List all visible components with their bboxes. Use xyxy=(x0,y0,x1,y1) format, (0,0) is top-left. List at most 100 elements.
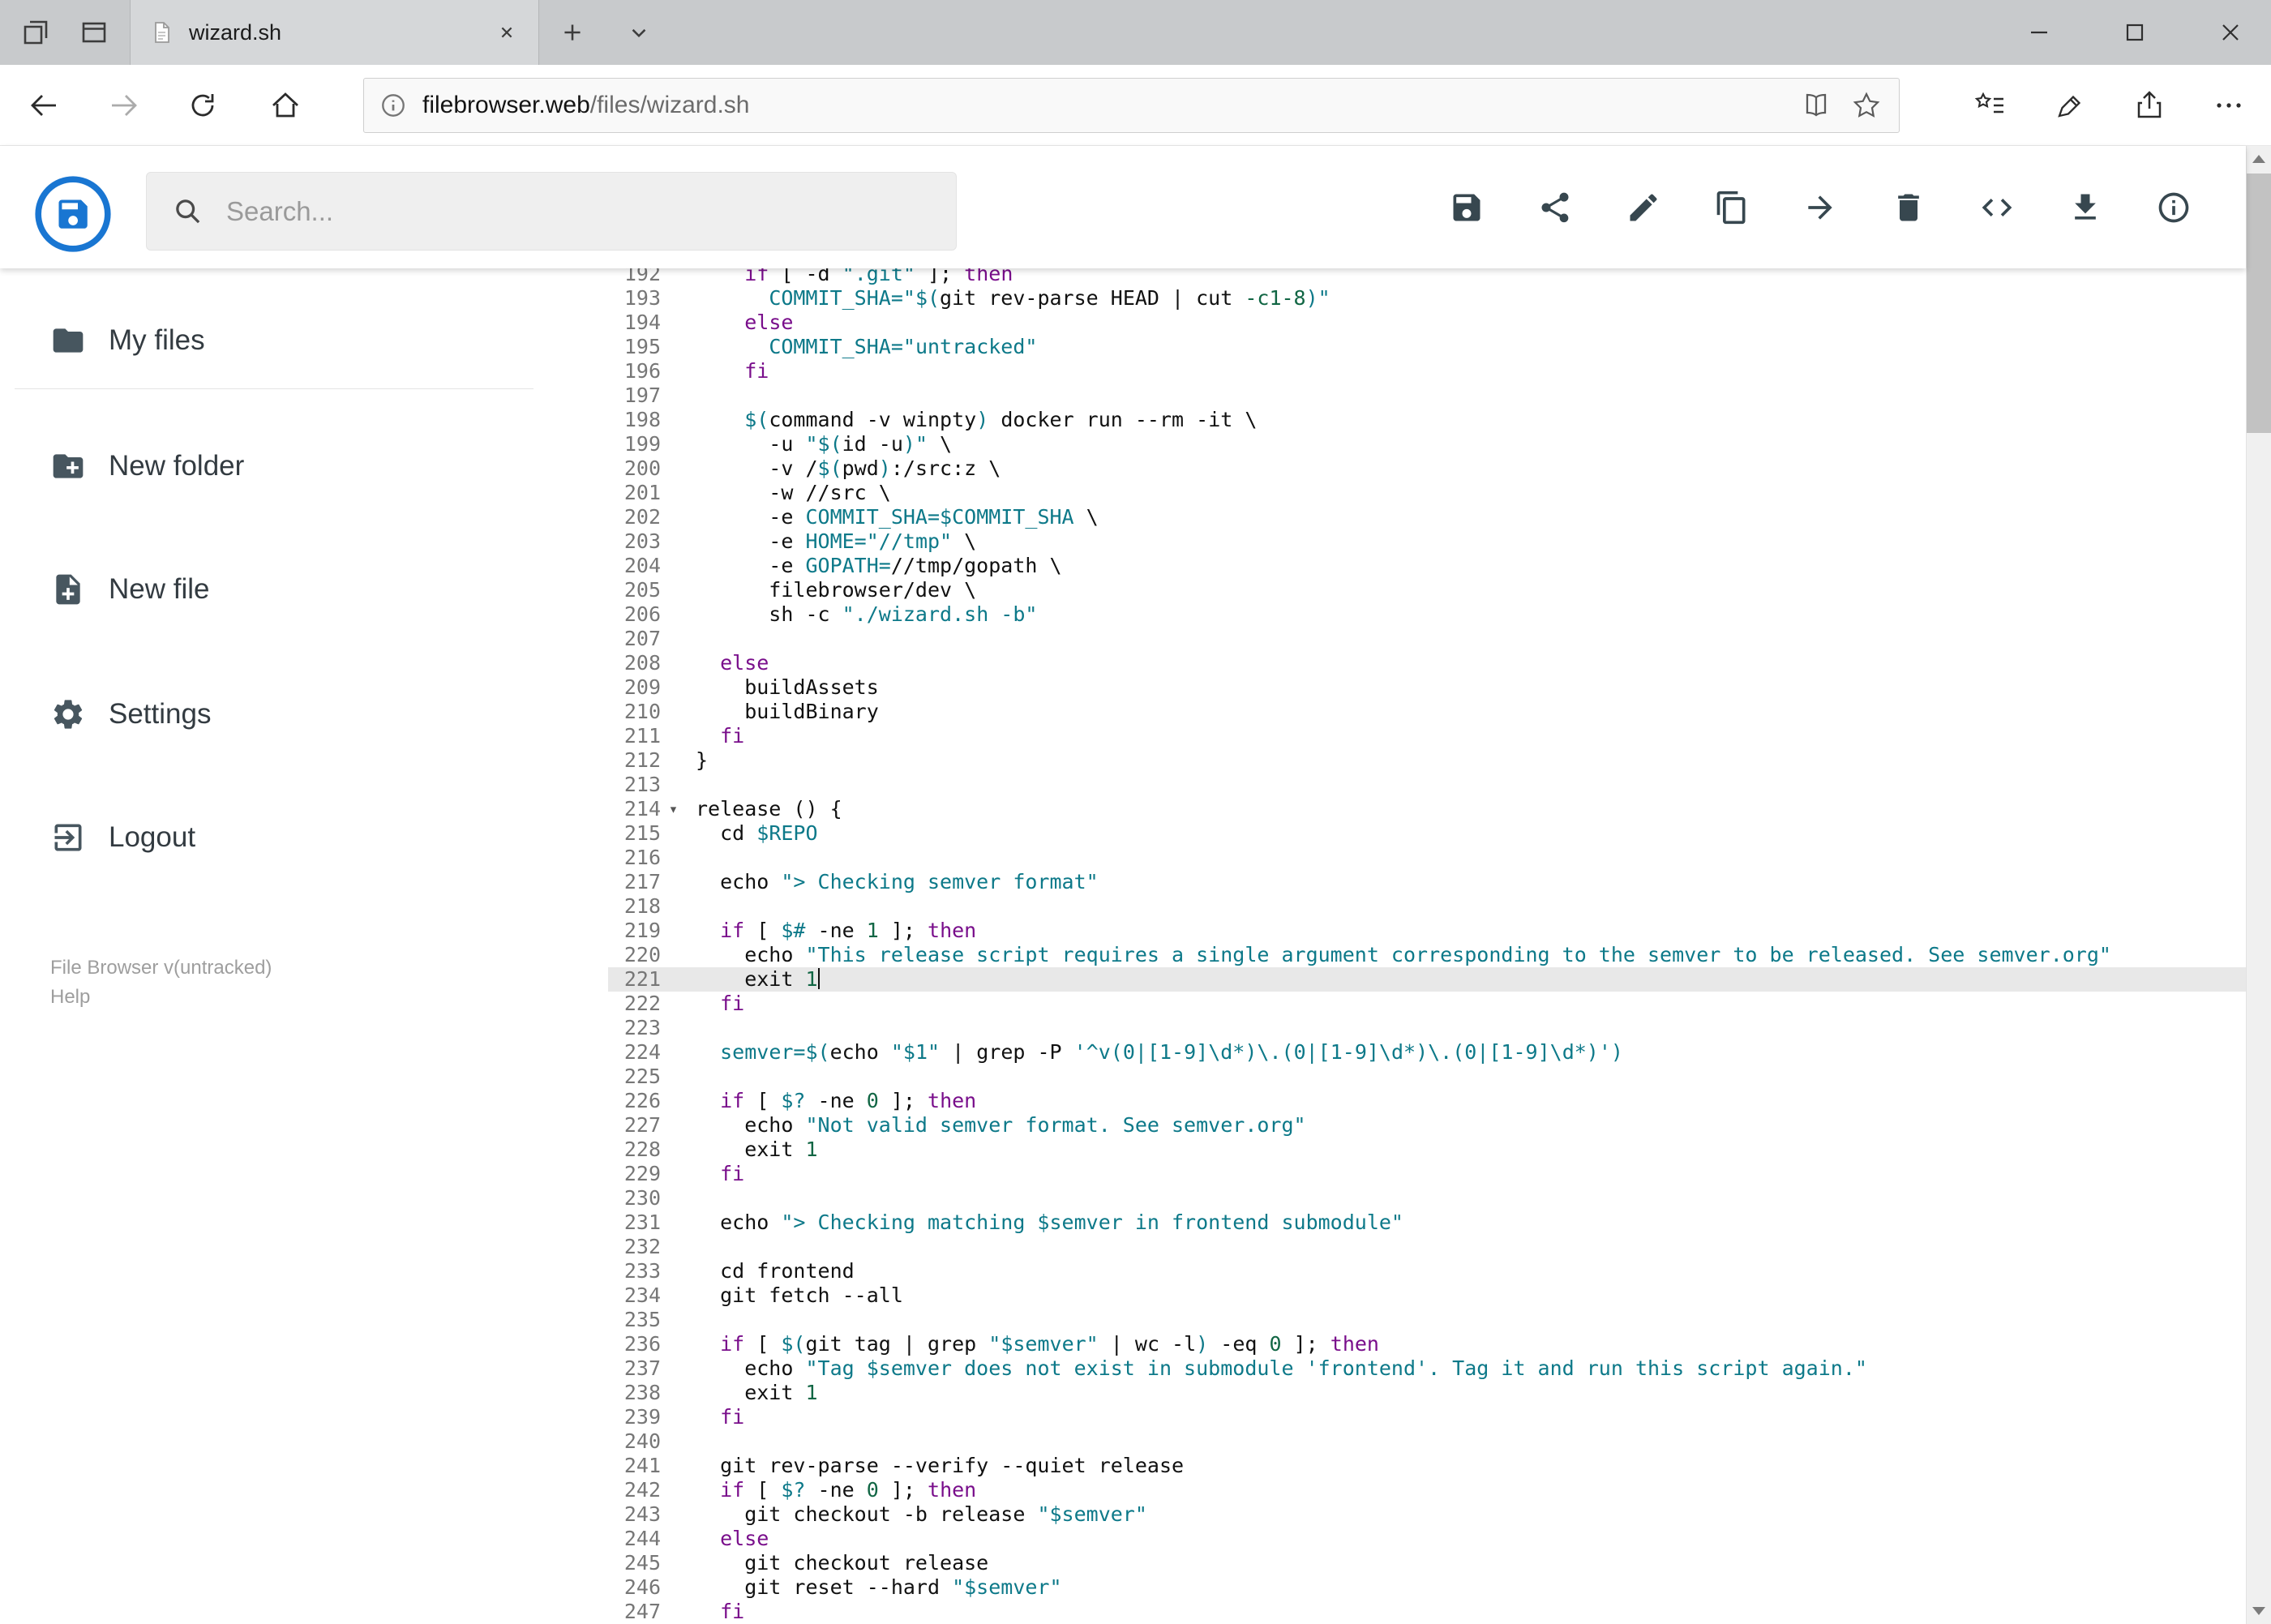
move-button[interactable] xyxy=(1802,189,1839,226)
code-line[interactable]: 213 xyxy=(608,773,2246,797)
code-line[interactable]: 206 sh -c "./wizard.sh -b" xyxy=(608,602,2246,627)
code-line[interactable]: 230 xyxy=(608,1186,2246,1211)
code-line[interactable]: 203 -e HOME="//tmp" \ xyxy=(608,529,2246,554)
code-line[interactable]: 236 if [ $(git tag | grep "$semver" | wc… xyxy=(608,1332,2246,1356)
code-line[interactable]: 242 if [ $? -ne 0 ]; then xyxy=(608,1478,2246,1502)
code-line[interactable]: 219 if [ $# -ne 1 ]; then xyxy=(608,919,2246,943)
code-line[interactable]: 208 else xyxy=(608,651,2246,675)
site-info-icon[interactable] xyxy=(379,91,408,120)
code-line[interactable]: 239 fi xyxy=(608,1405,2246,1429)
code-line[interactable]: 207 xyxy=(608,627,2246,651)
reading-view-icon[interactable] xyxy=(1798,88,1834,123)
tab-preview-icon[interactable] xyxy=(76,15,112,50)
browser-tab[interactable]: wizard.sh xyxy=(130,0,539,65)
search-box[interactable] xyxy=(146,172,957,251)
code-line[interactable]: 227 echo "Not valid semver format. See s… xyxy=(608,1113,2246,1138)
code-line[interactable]: 226 if [ $? -ne 0 ]; then xyxy=(608,1089,2246,1113)
code-line[interactable]: 201 -w //src \ xyxy=(608,481,2246,505)
code-line[interactable]: 210 buildBinary xyxy=(608,700,2246,724)
code-line[interactable]: 220 echo "This release script requires a… xyxy=(608,943,2246,967)
code-line[interactable]: 200 -v /$(pwd):/src:z \ xyxy=(608,456,2246,481)
code-line[interactable]: 240 xyxy=(608,1429,2246,1454)
minimize-icon[interactable] xyxy=(2021,15,2057,50)
code-line[interactable]: 197 xyxy=(608,384,2246,408)
code-line[interactable]: 198 $(command -v winpty) docker run --rm… xyxy=(608,408,2246,432)
code-line[interactable]: 218 xyxy=(608,894,2246,919)
hub-icon[interactable] xyxy=(1973,88,2008,123)
sidebar-item-settings[interactable]: Settings xyxy=(50,678,211,751)
code-line[interactable]: 211 fi xyxy=(608,724,2246,748)
code-line[interactable]: 233 cd frontend xyxy=(608,1259,2246,1283)
code-line[interactable]: 204 -e GOPATH=//tmp/gopath \ xyxy=(608,554,2246,578)
code-line[interactable]: 247 fi xyxy=(608,1600,2246,1624)
favorite-star-icon[interactable] xyxy=(1849,88,1884,123)
share-icon[interactable] xyxy=(2132,88,2167,123)
code-line[interactable]: 216 xyxy=(608,846,2246,870)
web-note-pen-icon[interactable] xyxy=(2052,88,2088,123)
code-line[interactable]: 229 fi xyxy=(608,1162,2246,1186)
delete-button[interactable] xyxy=(1890,189,1927,226)
scroll-up-icon[interactable] xyxy=(2247,146,2271,172)
sidebar-item-new-file[interactable]: New file xyxy=(50,553,209,626)
scrollbar-thumb[interactable] xyxy=(2247,174,2271,433)
code-line[interactable]: 224 semver=$(echo "$1" | grep -P '^v(0|[… xyxy=(608,1040,2246,1065)
refresh-icon[interactable] xyxy=(185,88,221,123)
code-line[interactable]: 238 exit 1 xyxy=(608,1381,2246,1405)
sidebar-item-my-files[interactable]: My files xyxy=(50,304,205,377)
share-button[interactable] xyxy=(1536,189,1574,226)
code-button[interactable] xyxy=(1978,189,2016,226)
home-icon[interactable] xyxy=(268,88,303,123)
code-line[interactable]: 232 xyxy=(608,1235,2246,1259)
code-line[interactable]: 205 filebrowser/dev \ xyxy=(608,578,2246,602)
url-field[interactable]: filebrowser.web/files/wizard.sh xyxy=(363,78,1900,133)
fold-marker-icon[interactable]: ▾ xyxy=(661,797,686,821)
code-line[interactable]: 193 COMMIT_SHA="$(git rev-parse HEAD | c… xyxy=(608,286,2246,311)
forward-icon[interactable] xyxy=(105,88,141,123)
code-line[interactable]: 194 else xyxy=(608,311,2246,335)
back-icon[interactable] xyxy=(27,88,62,123)
code-line[interactable]: 209 buildAssets xyxy=(608,675,2246,700)
info-button[interactable] xyxy=(2155,189,2192,226)
code-line[interactable]: 199 -u "$(id -u)" \ xyxy=(608,432,2246,456)
code-line[interactable]: 244 else xyxy=(608,1527,2246,1551)
code-line[interactable]: 231 echo "> Checking matching $semver in… xyxy=(608,1211,2246,1235)
code-line[interactable]: 195 COMMIT_SHA="untracked" xyxy=(608,335,2246,359)
code-editor[interactable]: 192 if [ -d ".git" ]; then 193 COMMIT_SHA… xyxy=(608,268,2246,1624)
code-line[interactable]: 246 git reset --hard "$semver" xyxy=(608,1575,2246,1600)
code-line[interactable]: 221 exit 1 xyxy=(608,967,2246,992)
code-line[interactable]: 196 fi xyxy=(608,359,2246,384)
code-line[interactable]: 243 git checkout -b release "$semver" xyxy=(608,1502,2246,1527)
sidebar-item-new-folder[interactable]: New folder xyxy=(50,430,244,503)
code-line[interactable]: 237 echo "Tag $semver does not exist in … xyxy=(608,1356,2246,1381)
new-tab-icon[interactable] xyxy=(555,15,590,50)
code-line[interactable]: 234 git fetch --all xyxy=(608,1283,2246,1308)
filebrowser-logo-icon[interactable] xyxy=(34,175,112,253)
code-line[interactable]: 235 xyxy=(608,1308,2246,1332)
save-button[interactable] xyxy=(1448,189,1485,226)
sidebar-item-logout[interactable]: Logout xyxy=(50,801,195,874)
help-link[interactable]: Help xyxy=(50,983,272,1012)
tab-previews-chevron-icon[interactable] xyxy=(621,15,657,50)
code-line[interactable]: 225 xyxy=(608,1065,2246,1089)
search-input[interactable] xyxy=(226,195,875,227)
scroll-down-icon[interactable] xyxy=(2247,1598,2271,1624)
copy-button[interactable] xyxy=(1713,189,1750,226)
code-line[interactable]: 202 -e COMMIT_SHA=$COMMIT_SHA \ xyxy=(608,505,2246,529)
code-line[interactable]: 212} xyxy=(608,748,2246,773)
tabs-set-aside-icon[interactable] xyxy=(18,15,54,50)
code-line[interactable]: 241 git rev-parse --verify --quiet relea… xyxy=(608,1454,2246,1478)
more-icon[interactable] xyxy=(2211,88,2247,123)
code-line[interactable]: 192 if [ -d ".git" ]; then xyxy=(608,268,2246,286)
edit-button[interactable] xyxy=(1625,189,1662,226)
close-icon[interactable] xyxy=(2213,15,2248,50)
code-line[interactable]: 245 git checkout release xyxy=(608,1551,2246,1575)
scrollbar[interactable] xyxy=(2246,146,2271,1624)
code-line[interactable]: 222 fi xyxy=(608,992,2246,1016)
download-button[interactable] xyxy=(2067,189,2104,226)
code-line[interactable]: 215 cd $REPO xyxy=(608,821,2246,846)
code-line[interactable]: 214 ▾ release () { xyxy=(608,797,2246,821)
code-line[interactable]: 223 xyxy=(608,1016,2246,1040)
code-line[interactable]: 228 exit 1 xyxy=(608,1138,2246,1162)
code-line[interactable]: 217 echo "> Checking semver format" xyxy=(608,870,2246,894)
close-tab-icon[interactable] xyxy=(493,19,521,46)
